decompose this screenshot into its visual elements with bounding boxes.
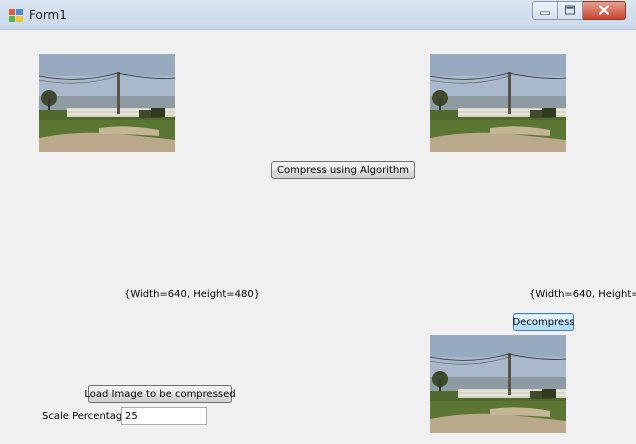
compressed-picturebox	[430, 54, 566, 152]
scale-percentage-input[interactable]	[121, 407, 207, 425]
scale-percentage-label: Scale Percentage	[42, 411, 129, 422]
maximize-icon	[564, 5, 576, 15]
close-button[interactable]	[583, 1, 626, 20]
window-title: Form1	[29, 8, 67, 22]
compressed-size-label: {Width=640, Height=480}	[529, 289, 636, 300]
caption-buttons	[532, 1, 626, 20]
close-icon	[598, 5, 610, 15]
original-picturebox	[39, 54, 175, 152]
load-image-button[interactable]: Load Image to be compressed	[84, 385, 236, 403]
compress-button[interactable]: Compress using Algorithm	[271, 161, 415, 179]
minimize-button[interactable]	[532, 1, 558, 20]
form-client-area: Compress using Algorithm {Width=640, Hei…	[0, 30, 636, 444]
minimize-icon	[540, 11, 550, 15]
title-bar[interactable]: Form1	[0, 0, 636, 30]
maximize-button[interactable]	[558, 1, 583, 20]
decompress-button[interactable]: Decompress	[512, 313, 575, 331]
decompressed-picturebox	[430, 335, 566, 433]
winforms-app-icon	[9, 9, 23, 22]
original-size-label: {Width=640, Height=480}	[124, 289, 261, 300]
form-window: Form1 Compress using Algorithm {Width=64…	[0, 0, 636, 444]
